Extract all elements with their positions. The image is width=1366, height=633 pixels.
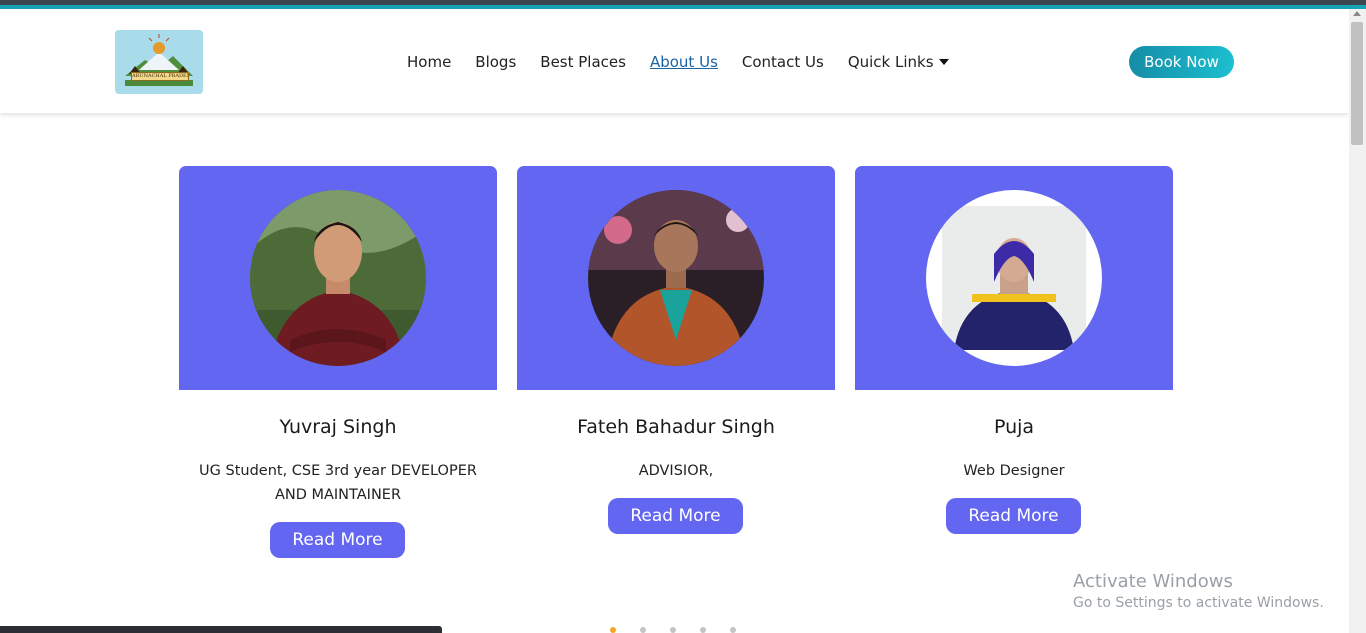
carousel-dot[interactable] (670, 627, 676, 633)
nav-quick-links-label: Quick Links (847, 53, 934, 71)
card-header (517, 166, 835, 390)
avatar (250, 190, 426, 366)
avatar (588, 190, 764, 366)
read-more-button[interactable]: Read More (270, 522, 405, 558)
nav-quick-links[interactable]: Quick Links (848, 53, 949, 71)
avatar (926, 190, 1102, 366)
read-more-button[interactable]: Read More (608, 498, 743, 534)
read-more-button[interactable]: Read More (946, 498, 1081, 534)
carousel-dot[interactable] (640, 627, 646, 633)
page-scrollbar[interactable] (1349, 9, 1366, 633)
logo-emblem-icon (115, 30, 203, 94)
member-name: Puja (993, 416, 1035, 438)
logo-text: ARUNACHAL PRADESH (131, 72, 189, 81)
book-now-button[interactable]: Book Now (1129, 46, 1234, 78)
navbar: ARUNACHAL PRADESH Home Blogs Best Places… (0, 9, 1349, 113)
browser-top-strip (0, 0, 1366, 9)
scroll-thumb[interactable] (1351, 22, 1363, 145)
member-role: Web Designer (963, 463, 1065, 479)
nav-blogs[interactable]: Blogs (475, 53, 516, 71)
activate-subtitle: Go to Settings to activate Windows. (1073, 595, 1324, 611)
carousel-dots (610, 627, 760, 633)
card-header (855, 166, 1173, 390)
nav-contact-us[interactable]: Contact Us (742, 53, 824, 71)
team-card-yuvraj: Yuvraj Singh UG Student, CSE 3rd year DE… (179, 166, 497, 566)
main-nav: Home Blogs Best Places About Us Contact … (395, 50, 961, 74)
carousel-dot[interactable] (700, 627, 706, 633)
nav-about-us[interactable]: About Us (650, 53, 718, 71)
member-role: UG Student, CSE 3rd year DEVELOPER AND M… (199, 463, 477, 503)
activate-title: Activate Windows (1073, 571, 1233, 592)
nav-best-places[interactable]: Best Places (540, 53, 626, 71)
card-header (179, 166, 497, 390)
member-role: ADVISIOR, (638, 463, 714, 479)
member-name: Fateh Bahadur Singh (577, 416, 775, 438)
browser-status-bar (0, 626, 442, 633)
nav-home[interactable]: Home (407, 53, 451, 71)
team-card-puja: Puja Web Designer Read More (855, 166, 1173, 566)
carousel-dot[interactable] (730, 627, 736, 633)
member-name: Yuvraj Singh (279, 416, 397, 438)
quick-links-caret-icon (938, 59, 949, 65)
team-card-fateh: Fateh Bahadur Singh ADVISIOR, Read More (517, 166, 835, 566)
site-logo[interactable]: ARUNACHAL PRADESH (115, 30, 203, 94)
carousel-dot[interactable] (610, 627, 616, 633)
scroll-up-arrow-icon[interactable] (1353, 11, 1361, 16)
windows-activation-watermark: Activate Windows Go to Settings to activ… (1073, 571, 1324, 613)
